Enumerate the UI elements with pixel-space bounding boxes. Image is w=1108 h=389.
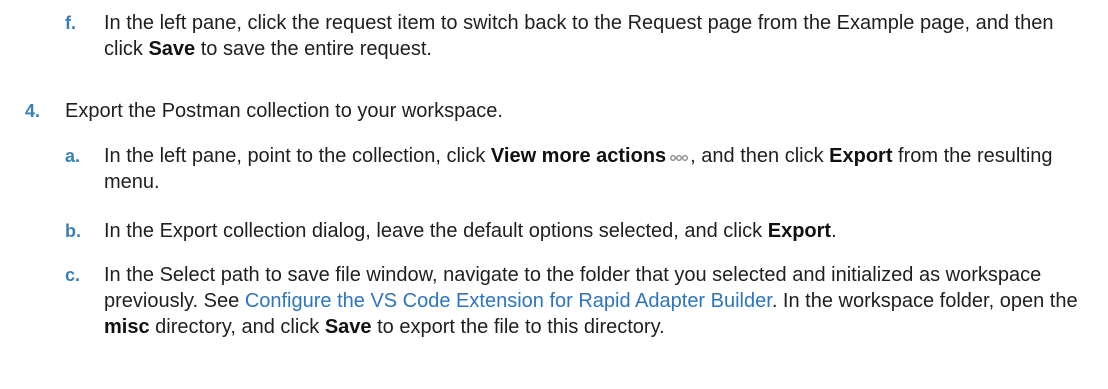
export-label: Export [767, 220, 832, 242]
step-marker: 4. [25, 101, 41, 121]
step-text: In the left pane, point to the collectio… [104, 145, 1053, 193]
step-marker: c. [65, 265, 81, 285]
step-marker: f. [65, 13, 76, 33]
step-text: In the Export collection dialog, leave t… [104, 220, 837, 242]
step-text: Export the Postman collection to your wo… [65, 100, 503, 122]
step-marker: a. [65, 146, 81, 166]
more-actions-icon [668, 152, 690, 162]
export-label: Export [829, 145, 893, 167]
step-marker: b. [65, 221, 81, 241]
save-label: Save [324, 316, 372, 338]
step-text: In the Select path to save file window, … [104, 264, 1078, 338]
step-text: In the left pane, click the request item… [104, 12, 1054, 60]
configure-vs-code-extension-link[interactable]: Configure the VS Code Extension for Rapi… [245, 290, 772, 312]
misc-label: misc [104, 316, 150, 338]
save-label: Save [148, 38, 196, 60]
view-more-actions-label: View more actions [490, 145, 667, 167]
